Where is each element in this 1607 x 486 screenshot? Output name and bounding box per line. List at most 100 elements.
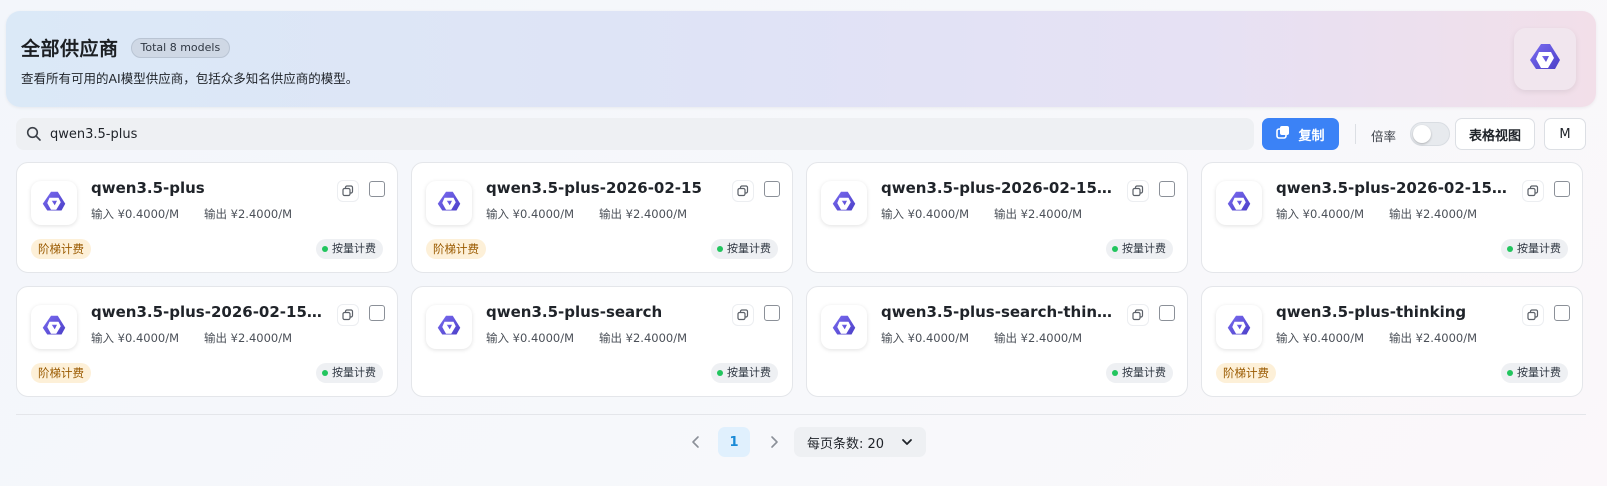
copy-model-button[interactable] [732, 304, 754, 326]
output-price: 输出 ¥2.4000/M [204, 331, 293, 345]
search-input[interactable] [50, 126, 1230, 142]
copy-icon [737, 309, 749, 321]
usage-billing-tag: 按量计费 [1106, 363, 1173, 383]
usage-billing-label: 按量计费 [727, 366, 771, 379]
chevron-right-icon [771, 436, 778, 448]
model-prices: 输入 ¥0.4000/M 输出 ¥2.4000/M [881, 330, 1082, 346]
copy-icon [1527, 309, 1539, 321]
usage-billing-label: 按量计费 [727, 242, 771, 255]
usage-billing-label: 按量计费 [332, 242, 376, 255]
chevron-down-icon [900, 435, 914, 449]
page-1-button[interactable]: 1 [718, 427, 750, 457]
qwen-logo-icon [426, 305, 472, 349]
model-prices: 输入 ¥0.4000/M 输出 ¥2.4000/M [91, 330, 292, 346]
model-name: qwen3.5-plus-search [486, 303, 663, 321]
select-checkbox[interactable] [369, 181, 385, 197]
qwen-logo-icon [1216, 181, 1262, 225]
pagination-divider [16, 414, 1586, 415]
input-price: 输入 ¥0.4000/M [486, 207, 575, 221]
model-name: qwen3.5-plus [91, 179, 205, 197]
usage-billing-tag: 按量计费 [711, 363, 778, 383]
copy-icon [1132, 309, 1144, 321]
model-card-grid: qwen3.5-plus 输入 ¥0.4000/M 输出 ¥2.4000/M 阶… [16, 162, 1586, 397]
prev-page-button[interactable] [684, 430, 708, 454]
output-price: 输出 ¥2.4000/M [599, 207, 688, 221]
copy-model-button[interactable] [732, 180, 754, 202]
usage-billing-tag: 按量计费 [1106, 239, 1173, 259]
qwen-logo-icon [31, 305, 77, 349]
model-card[interactable]: qwen3.5-plus-search-thinking 输入 ¥0.4000/… [806, 286, 1188, 397]
output-price: 输出 ¥2.4000/M [204, 207, 293, 221]
usage-billing-label: 按量计费 [1122, 242, 1166, 255]
status-dot [717, 370, 723, 376]
qwen-logo-icon [1216, 305, 1262, 349]
status-dot [322, 370, 328, 376]
select-checkbox[interactable] [764, 181, 780, 197]
status-dot [1507, 246, 1513, 252]
search-bar[interactable] [16, 118, 1254, 150]
copy-model-button[interactable] [1127, 180, 1149, 202]
copy-icon [737, 185, 749, 197]
usage-billing-label: 按量计费 [1517, 366, 1561, 379]
input-price: 输入 ¥0.4000/M [91, 331, 180, 345]
page-size-select[interactable]: 每页条数: 20 [794, 427, 926, 457]
select-checkbox[interactable] [369, 305, 385, 321]
toolbar-divider [1355, 124, 1356, 144]
copy-model-button[interactable] [1522, 304, 1544, 326]
model-card[interactable]: qwen3.5-plus-2026-02-15 输入 ¥0.4000/M 输出 … [411, 162, 793, 273]
select-checkbox[interactable] [1554, 181, 1570, 197]
copy-model-button[interactable] [1127, 304, 1149, 326]
rate-toggle[interactable] [1410, 122, 1450, 146]
output-price: 输出 ¥2.4000/M [1389, 331, 1478, 345]
usage-billing-tag: 按量计费 [316, 363, 383, 383]
model-card[interactable]: qwen3.5-plus-2026-02-15-se... 输入 ¥0.4000… [806, 162, 1188, 273]
copy-button-label: 复制 [1298, 128, 1325, 144]
model-prices: 输入 ¥0.4000/M 输出 ¥2.4000/M [1276, 330, 1477, 346]
copy-model-button[interactable] [1522, 180, 1544, 202]
search-icon [26, 126, 42, 142]
qwen-logo-icon [821, 181, 867, 225]
copy-icon [1527, 185, 1539, 197]
m-button[interactable]: M [1544, 118, 1586, 150]
output-price: 输出 ¥2.4000/M [599, 331, 688, 345]
select-checkbox[interactable] [1159, 181, 1175, 197]
qwen-logo-icon [821, 305, 867, 349]
page-size-label: 每页条数: 20 [807, 436, 885, 452]
usage-billing-label: 按量计费 [332, 366, 376, 379]
select-checkbox[interactable] [764, 305, 780, 321]
next-page-button[interactable] [762, 430, 786, 454]
copy-icon [1276, 125, 1290, 143]
copy-icon [342, 309, 354, 321]
copy-model-button[interactable] [337, 304, 359, 326]
model-card[interactable]: qwen3.5-plus-2026-02-15-se... 输入 ¥0.4000… [1201, 162, 1583, 273]
model-prices: 输入 ¥0.4000/M 输出 ¥2.4000/M [486, 206, 687, 222]
page-description: 查看所有可用的AI模型供应商，包括众多知名供应商的模型。 [21, 71, 359, 86]
output-price: 输出 ¥2.4000/M [994, 207, 1083, 221]
input-price: 输入 ¥0.4000/M [1276, 331, 1365, 345]
output-price: 输出 ¥2.4000/M [1389, 207, 1478, 221]
select-checkbox[interactable] [1554, 305, 1570, 321]
model-card[interactable]: qwen3.5-plus-thinking 输入 ¥0.4000/M 输出 ¥2… [1201, 286, 1583, 397]
model-card[interactable]: qwen3.5-plus-2026-02-15-th... 输入 ¥0.4000… [16, 286, 398, 397]
model-prices: 输入 ¥0.4000/M 输出 ¥2.4000/M [486, 330, 687, 346]
header-title-row: 全部供应商 Total 8 models [21, 34, 231, 61]
status-dot [1112, 246, 1118, 252]
tiered-billing-tag: 阶梯计费 [31, 363, 91, 383]
model-card[interactable]: qwen3.5-plus-search 输入 ¥0.4000/M 输出 ¥2.4… [411, 286, 793, 397]
model-name: qwen3.5-plus-2026-02-15-se... [881, 179, 1117, 197]
copy-model-button[interactable] [337, 180, 359, 202]
toggle-knob [1413, 125, 1431, 143]
model-name: qwen3.5-plus-2026-02-15 [486, 179, 702, 197]
table-view-button[interactable]: 表格视图 [1455, 118, 1535, 150]
page-title: 全部供应商 [21, 38, 119, 60]
copy-button[interactable]: 复制 [1262, 118, 1339, 150]
usage-billing-tag: 按量计费 [1501, 239, 1568, 259]
tiered-billing-tag: 阶梯计费 [31, 239, 91, 259]
tiered-billing-tag: 阶梯计费 [426, 239, 486, 259]
input-price: 输入 ¥0.4000/M [486, 331, 575, 345]
model-prices: 输入 ¥0.4000/M 输出 ¥2.4000/M [1276, 206, 1477, 222]
model-card[interactable]: qwen3.5-plus 输入 ¥0.4000/M 输出 ¥2.4000/M 阶… [16, 162, 398, 273]
select-checkbox[interactable] [1159, 305, 1175, 321]
qwen-logo-icon [1514, 28, 1576, 90]
model-name: qwen3.5-plus-2026-02-15-th... [91, 303, 327, 321]
